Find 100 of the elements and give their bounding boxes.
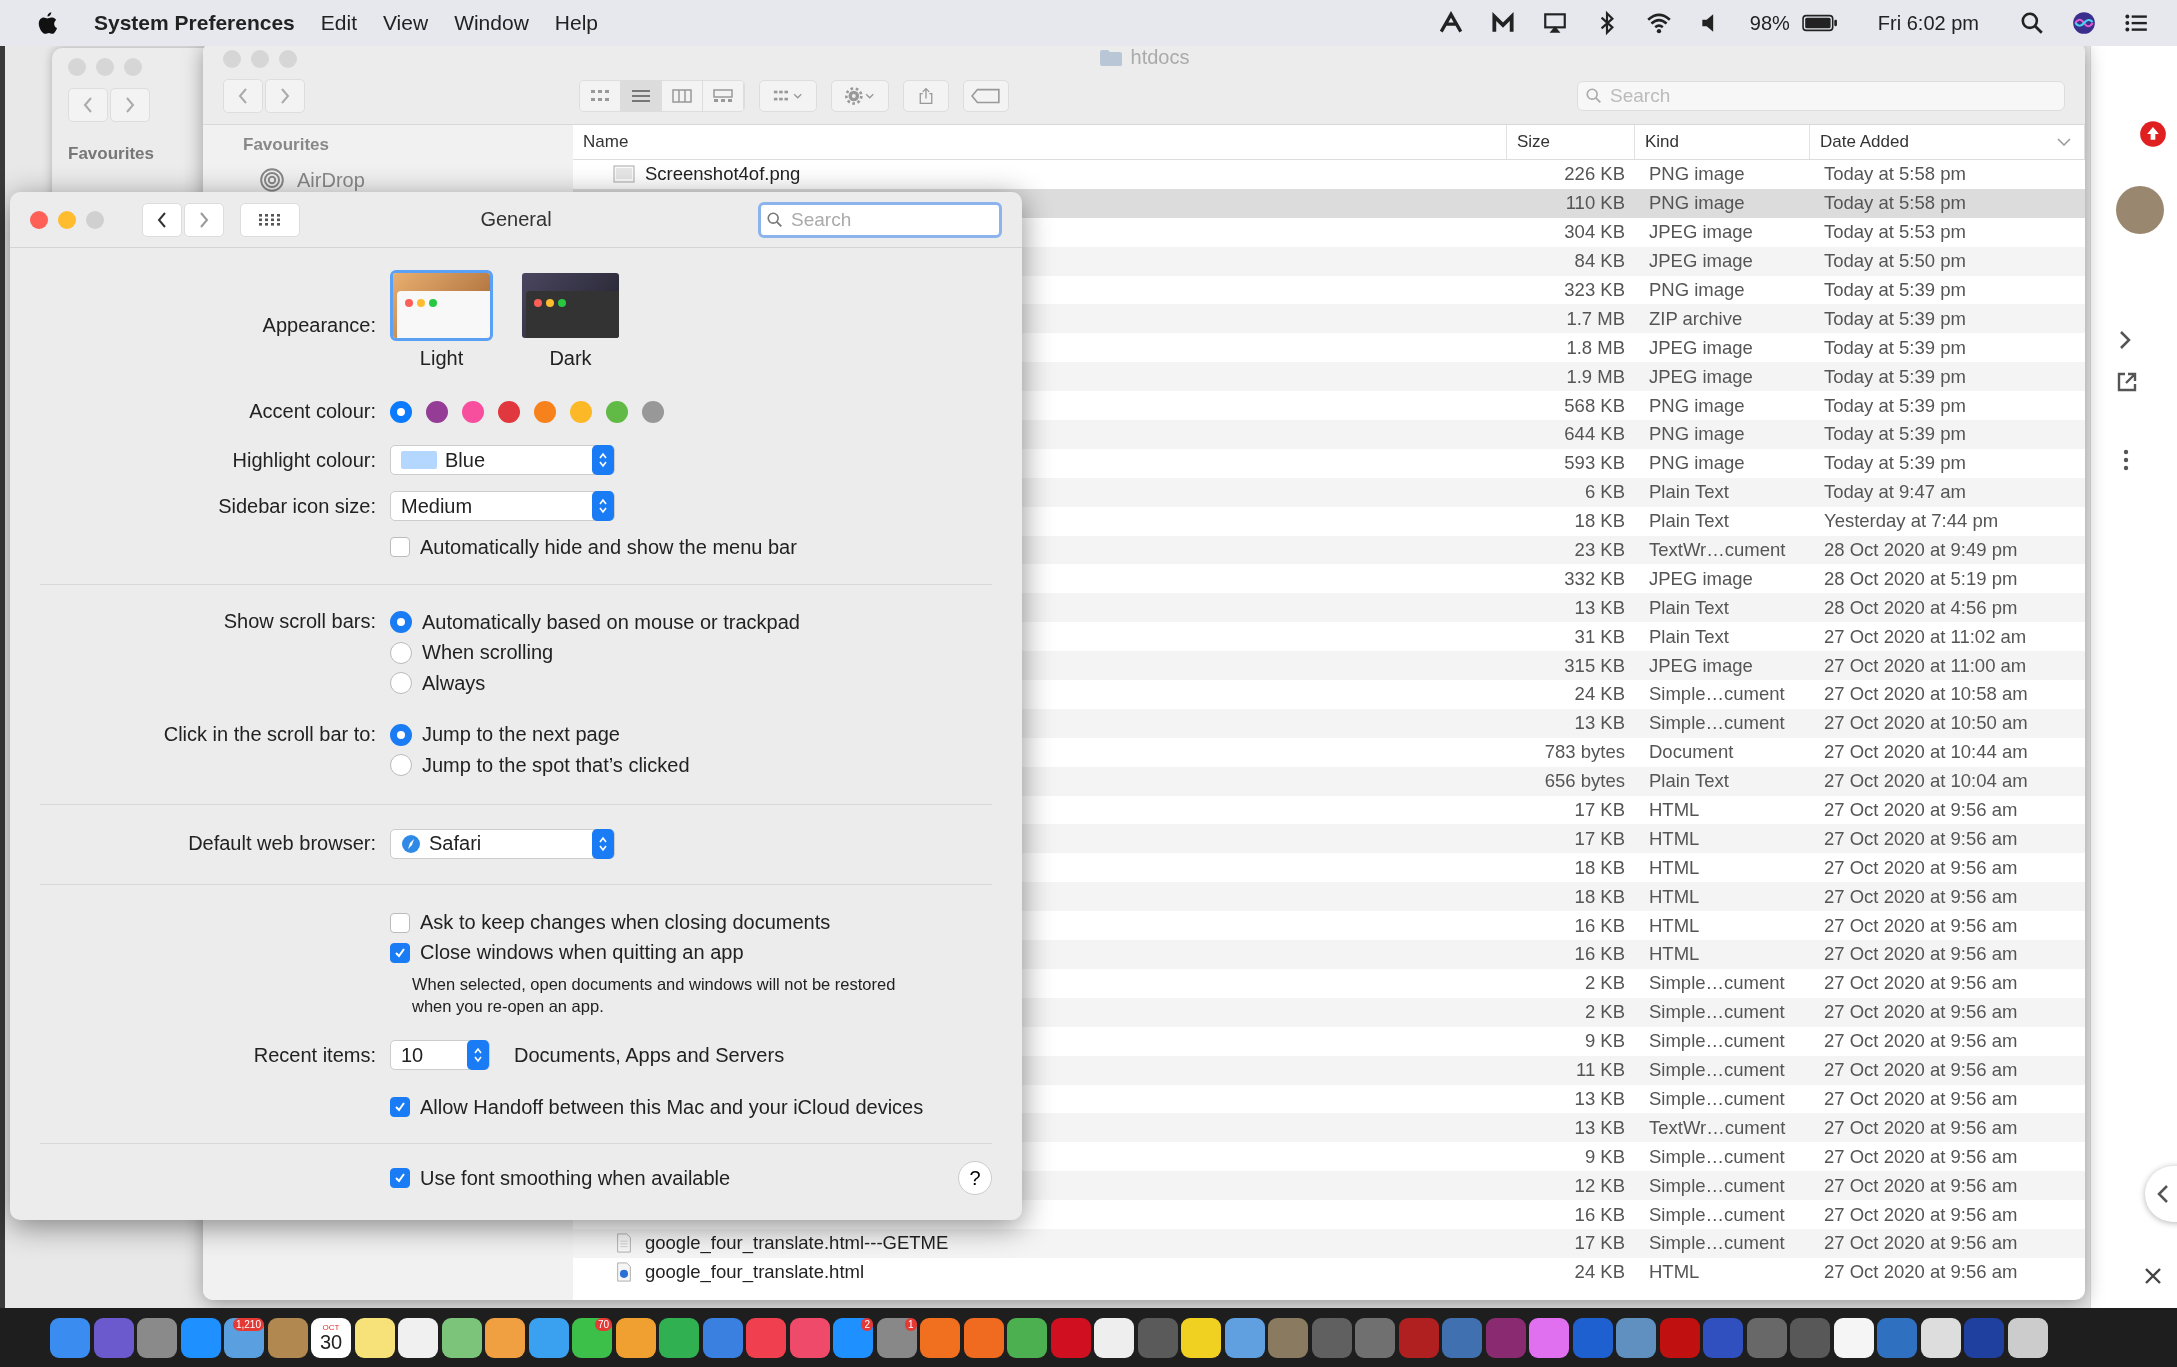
table-cell-text: 24 KB <box>1573 1261 1626 1284</box>
table-cell-text: Today at 5:53 pm <box>1823 221 1967 244</box>
table-cell-text: 27 Oct 2020 at 9:56 am <box>1823 914 2019 937</box>
table-cell-text: 84 KB <box>1573 250 1626 273</box>
table-cell-text: 110 KB <box>1564 192 1626 215</box>
table-cell-text: Simple…cument <box>1648 1145 1786 1168</box>
table-cell-text: 323 KB <box>1563 279 1626 301</box>
table-cell-text: 24 KB <box>1573 683 1626 706</box>
table-cell-text: 9 KB <box>1583 1030 1626 1053</box>
table-cell-text: 27 Oct 2020 at 10:44 am <box>1823 741 2029 764</box>
table-cell-text: 2 KB <box>1583 972 1626 995</box>
field-label: Accent colour: <box>248 400 377 423</box>
window-title: htdocs <box>1130 46 1190 69</box>
table-cell-text: JPEG image <box>1648 336 1754 359</box>
table-cell-text: HTML <box>1648 885 1701 908</box>
table-cell-text: 13 KB <box>1573 1116 1626 1139</box>
table-cell-text: 27 Oct 2020 at 9:56 am <box>1823 885 2019 908</box>
table-cell-text: JPEG image <box>1648 654 1754 677</box>
notification-badge: 2 <box>861 1317 873 1331</box>
table-cell-text: 656 bytes <box>1543 770 1626 793</box>
battery-percentage: 98% <box>1749 11 1790 35</box>
table-cell-text: TextWr…cument <box>1648 1116 1787 1139</box>
table-cell-text: JPEG image <box>1648 365 1754 388</box>
table-cell-text: PNG image <box>1648 452 1746 475</box>
table-cell-text: 28 Oct 2020 at 9:49 pm <box>1823 539 2019 561</box>
table-cell-text: Today at 5:39 pm <box>1823 307 1967 330</box>
field-label: Sidebar icon size: <box>217 494 377 518</box>
field-label: Click in the scroll bar to: <box>162 721 377 746</box>
table-cell-text: Simple…cument <box>1648 1203 1786 1226</box>
table-cell-text: JPEG image <box>1648 221 1754 244</box>
table-cell-text: 27 Oct 2020 at 9:56 am <box>1823 856 2019 879</box>
table-cell-text: 27 Oct 2020 at 9:56 am <box>1823 1261 2019 1284</box>
table-cell-text: 28 Oct 2020 at 4:56 pm <box>1823 596 2019 619</box>
field-label: Highlight colour: <box>231 448 377 472</box>
table-cell-text: HTML <box>1648 827 1701 850</box>
table-cell-text: 27 Oct 2020 at 9:56 am <box>1823 943 2019 966</box>
table-cell-text: 568 KB <box>1563 394 1626 417</box>
table-cell-text: 28 Oct 2020 at 5:19 pm <box>1823 567 2019 590</box>
table-cell-text: Plain Text <box>1648 510 1730 533</box>
table-cell-text: 16 KB <box>1573 943 1626 966</box>
table-cell-text: 12 KB <box>1573 1174 1626 1197</box>
table-cell-text: 9 KB <box>1583 1145 1626 1168</box>
table-cell-text: 13 KB <box>1573 712 1626 735</box>
table-cell-text: Simple…cument <box>1648 1001 1786 1024</box>
notification-badge: 70 <box>594 1317 612 1331</box>
field-label: Show scroll bars: <box>222 609 377 633</box>
file-name: Screenshot4of.png <box>645 163 801 186</box>
table-cell-text: HTML <box>1648 914 1701 937</box>
theme-label: Light <box>419 347 464 370</box>
table-cell-text: 27 Oct 2020 at 11:00 am <box>1823 654 2028 677</box>
table-cell-text: Today at 5:39 pm <box>1823 452 1967 475</box>
table-cell-text: Simple…cument <box>1648 1030 1786 1053</box>
table-cell-text: 27 Oct 2020 at 9:56 am <box>1823 1001 2019 1024</box>
notification-badge: 1,210 <box>232 1317 264 1331</box>
table-cell-text: 27 Oct 2020 at 9:56 am <box>1823 1030 2019 1053</box>
table-cell-text: 17 KB <box>1573 827 1626 850</box>
table-cell-text: 27 Oct 2020 at 9:56 am <box>1823 799 2019 822</box>
table-cell-text: PNG image <box>1648 279 1746 301</box>
table-cell-text: Plain Text <box>1648 481 1730 504</box>
table-cell-text: 11 KB <box>1574 1059 1626 1082</box>
table-cell-text: 27 Oct 2020 at 10:58 am <box>1823 683 2029 706</box>
table-cell-text: Plain Text <box>1648 770 1730 793</box>
table-cell-text: 17 KB <box>1573 1232 1626 1255</box>
window-title: General <box>479 208 553 231</box>
table-cell-text: Today at 5:50 pm <box>1823 250 1967 273</box>
table-cell-text: 23 KB <box>1573 539 1626 561</box>
table-cell-text: 27 Oct 2020 at 9:56 am <box>1823 1145 2019 1168</box>
table-cell-text: 1.7 MB <box>1565 307 1626 330</box>
table-cell-text: 644 KB <box>1563 423 1626 446</box>
table-cell-text: Simple…cument <box>1648 683 1786 706</box>
table-cell-text: 13 KB <box>1573 1087 1626 1110</box>
table-cell-text: 27 Oct 2020 at 9:56 am <box>1823 1174 2019 1197</box>
table-cell-text: 27 Oct 2020 at 10:50 am <box>1823 712 2029 735</box>
table-cell-text: PNG image <box>1648 394 1746 417</box>
table-cell-text: 27 Oct 2020 at 9:56 am <box>1823 972 2019 995</box>
file-name: google_four_translate.html <box>645 1261 865 1284</box>
field-label: Recent items: <box>252 1043 377 1067</box>
table-cell-text: Today at 5:39 pm <box>1823 423 1967 446</box>
table-cell-text: Yesterday at 7:44 pm <box>1823 510 2000 533</box>
table-cell-text: Simple…cument <box>1648 1059 1786 1082</box>
table-cell-text: 27 Oct 2020 at 9:56 am <box>1823 1087 2019 1110</box>
table-cell-text: 17 KB <box>1573 799 1626 822</box>
table-cell-text: ZIP archive <box>1648 307 1744 330</box>
table-cell-text: PNG image <box>1648 423 1746 446</box>
table-cell-text: JPEG image <box>1648 250 1754 273</box>
notification-badge: 1 <box>904 1317 917 1331</box>
table-cell-text: 18 KB <box>1573 510 1626 533</box>
table-cell-text: 332 KB <box>1563 567 1626 590</box>
table-cell-text: Simple…cument <box>1648 1174 1786 1197</box>
table-cell-text: 1.9 MB <box>1565 365 1626 388</box>
table-cell-text: 593 KB <box>1563 452 1626 475</box>
table-cell-text: 27 Oct 2020 at 9:56 am <box>1823 1059 2019 1082</box>
table-cell-text: 27 Oct 2020 at 9:56 am <box>1823 827 2019 850</box>
table-cell-text: 27 Oct 2020 at 10:04 am <box>1823 770 2029 793</box>
table-cell-text: HTML <box>1648 799 1701 822</box>
table-cell-text: 16 KB <box>1573 914 1626 937</box>
table-cell-text: Simple…cument <box>1648 1087 1786 1110</box>
table-cell-text: 18 KB <box>1573 885 1626 908</box>
table-cell-text: JPEG image <box>1648 567 1754 590</box>
table-cell-text: Today at 5:39 pm <box>1823 336 1967 359</box>
